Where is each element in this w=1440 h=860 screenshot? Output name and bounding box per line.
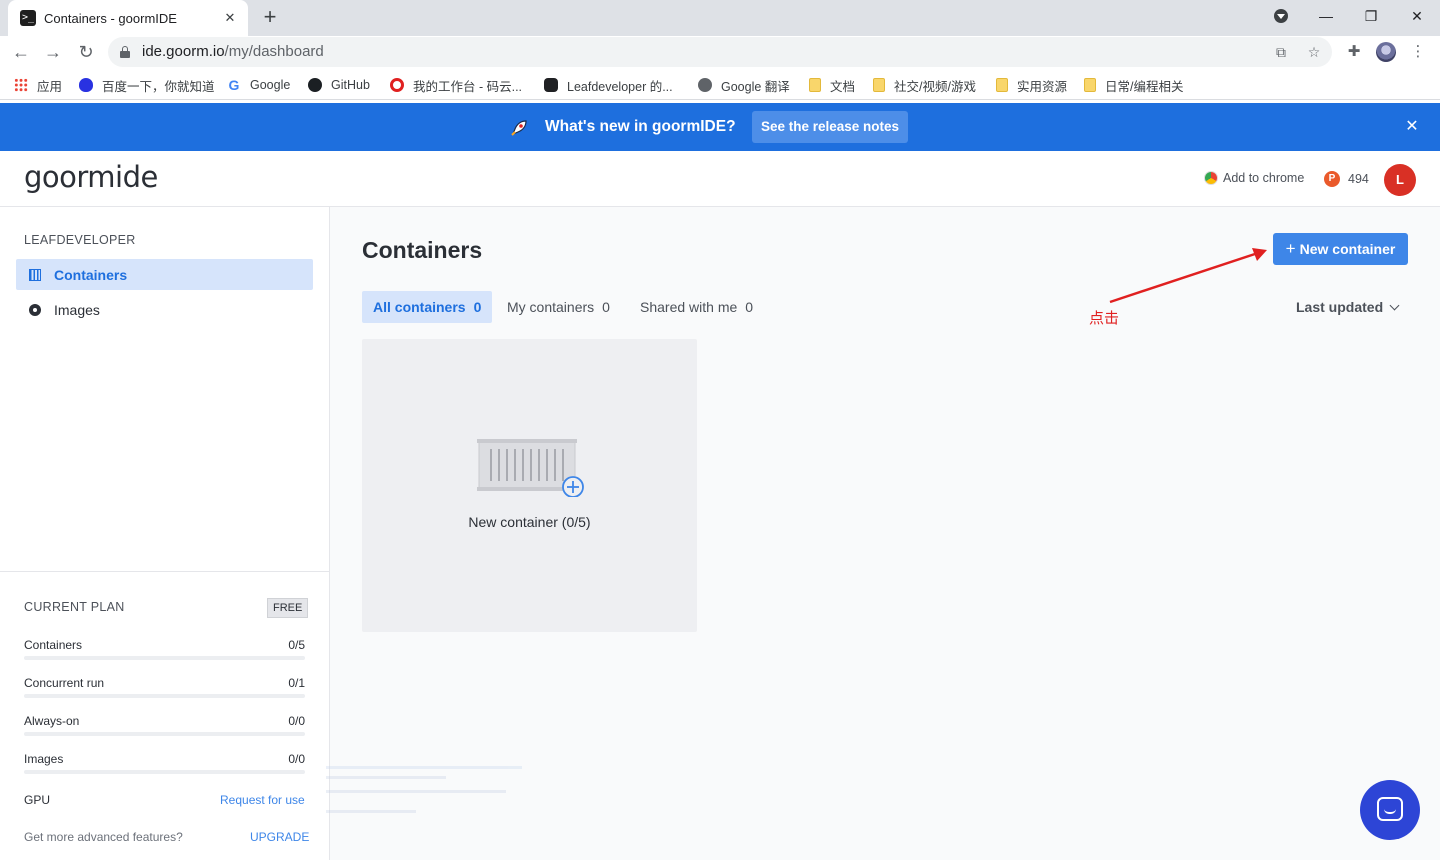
goormide-logo[interactable]: goormide — [24, 160, 158, 194]
images-disc-icon — [29, 303, 41, 316]
usage-bar — [24, 732, 305, 736]
user-avatar[interactable]: L — [1384, 164, 1416, 196]
extensions-puzzle-icon[interactable]: ✚ — [1342, 40, 1366, 64]
leafdeveloper-icon — [544, 78, 558, 92]
terminal-favicon-icon: >_ — [20, 10, 36, 26]
tab-search-icon[interactable] — [1266, 4, 1296, 28]
add-to-chrome-link[interactable]: Add to chrome — [1204, 171, 1304, 185]
usage-bar — [24, 656, 305, 660]
ghost-preview — [326, 750, 526, 860]
sidebar-group-title: LEAFDEVELOPER — [24, 233, 136, 247]
upgrade-prompt: Get more advanced features? — [24, 830, 183, 844]
bookmark-folder-docs[interactable]: 文档 — [809, 76, 855, 94]
banner-text: What's new in goormIDE? — [545, 118, 736, 135]
bookmark-google-translate[interactable]: Google 翻译 — [698, 76, 790, 94]
bookmark-google[interactable]: G Google — [227, 76, 291, 94]
github-icon — [308, 78, 322, 92]
tab-title: Containers - goormIDE — [44, 10, 177, 26]
url-text[interactable]: ide.goorm.io/my/dashboard — [142, 43, 324, 60]
folder-icon — [1084, 78, 1096, 92]
forward-icon[interactable]: → — [40, 39, 66, 65]
points-value: 494 — [1348, 172, 1369, 186]
gpu-request-link[interactable]: Request for use — [220, 793, 305, 807]
address-bar[interactable]: ide.goorm.io/my/dashboard ⧉ ☆ — [108, 37, 1332, 67]
chrome-icon — [1204, 171, 1218, 185]
browser-tab[interactable]: >_ Containers - goormIDE ✕ — [8, 0, 248, 36]
annotation-label: 点击 — [1089, 310, 1120, 327]
new-container-card[interactable]: New container (0/5) — [362, 339, 697, 632]
filter-all-containers[interactable]: All containers 0 — [362, 291, 493, 323]
folder-icon — [873, 78, 885, 92]
bookmark-folder-coding[interactable]: 日常/编程相关 — [1084, 76, 1183, 94]
main-content: Containers + New container All containers… — [326, 207, 1440, 860]
new-tab-button[interactable]: + — [258, 4, 282, 30]
usage-bar — [24, 770, 305, 774]
support-chat-button[interactable] — [1360, 780, 1420, 840]
release-notes-button[interactable]: See the release notes — [752, 111, 908, 143]
points-icon: P — [1324, 171, 1340, 187]
upgrade-link[interactable]: UPGRADE — [250, 830, 309, 844]
filter-my-containers[interactable]: My containers 0 — [496, 291, 621, 323]
bookmark-folder-social[interactable]: 社交/视频/游戏 — [873, 76, 976, 94]
translate-page-icon[interactable]: ⧉ — [1272, 43, 1290, 61]
minimize-icon[interactable]: — — [1311, 4, 1341, 28]
bookmark-baidu[interactable]: 百度一下，你就知道 — [79, 76, 215, 94]
reload-icon[interactable]: ↻ — [73, 39, 99, 65]
google-icon: G — [228, 77, 240, 93]
close-window-icon[interactable]: ✕ — [1402, 4, 1432, 28]
containers-icon — [29, 268, 41, 281]
current-plan-panel: CURRENT PLAN FREE Containers 0/5 Concurr… — [0, 571, 329, 860]
bookmark-leafdeveloper[interactable]: Leafdeveloper 的... — [544, 76, 673, 94]
folder-icon — [996, 78, 1008, 92]
sidebar-item-images[interactable]: Images — [16, 294, 313, 325]
bookmark-apps[interactable]: 应用 — [14, 76, 62, 94]
points-indicator[interactable]: P 494 — [1324, 171, 1369, 187]
sidebar-item-containers[interactable]: Containers — [16, 259, 313, 290]
browser-tab-strip: >_ Containers - goormIDE ✕ + — ❐ ✕ — [0, 0, 1440, 36]
bookmark-github[interactable]: GitHub — [308, 76, 370, 94]
baidu-icon — [79, 78, 93, 92]
sort-dropdown[interactable]: Last updated — [1296, 299, 1400, 315]
plan-row-always-on: Always-on 0/0 — [24, 714, 305, 736]
plus-icon: + — [1285, 239, 1296, 258]
back-icon[interactable]: ← — [8, 39, 34, 65]
new-container-button[interactable]: + New container — [1273, 233, 1408, 265]
translate-icon — [698, 78, 712, 92]
page-title: Containers — [362, 237, 483, 263]
plan-badge: FREE — [267, 598, 309, 618]
gitee-icon — [390, 78, 404, 92]
bookmark-folder-resources[interactable]: 实用资源 — [996, 76, 1067, 94]
bookmarks-bar: 应用 百度一下，你就知道 G Google GitHub 我的工作台 - 码云..… — [0, 69, 1440, 100]
bookmark-star-icon[interactable]: ☆ — [1305, 43, 1323, 61]
bookmark-gitee[interactable]: 我的工作台 - 码云... — [390, 76, 522, 94]
plan-row-concurrent-run: Concurrent run 0/1 — [24, 676, 305, 698]
plan-row-images: Images 0/0 — [24, 752, 305, 774]
browser-toolbar: ← → ↻ ide.goorm.io/my/dashboard ⧉ ☆ ✚ ⋮ — [0, 36, 1440, 69]
announcement-banner: What's new in goormIDE? See the release … — [0, 103, 1440, 151]
usage-bar — [24, 694, 305, 698]
filter-shared-with-me[interactable]: Shared with me 0 — [629, 291, 764, 323]
lock-icon[interactable] — [120, 46, 130, 58]
browser-profile-avatar[interactable] — [1376, 42, 1396, 62]
close-tab-icon[interactable]: ✕ — [222, 10, 238, 26]
apps-icon — [14, 78, 28, 92]
new-container-card-label: New container (0/5) — [468, 514, 591, 530]
plan-title: CURRENT PLAN — [24, 600, 125, 614]
chevron-down-icon — [1389, 300, 1400, 310]
app-header: goormide Add to chrome P 494 L — [0, 151, 1440, 207]
sidebar: LEAFDEVELOPER Containers Images CURRENT … — [0, 207, 330, 860]
browser-menu-icon[interactable]: ⋮ — [1406, 40, 1430, 64]
plan-row-containers: Containers 0/5 — [24, 638, 305, 660]
container-plus-icon — [477, 439, 584, 497]
folder-icon — [809, 78, 821, 92]
restore-icon[interactable]: ❐ — [1356, 4, 1386, 28]
close-banner-icon[interactable]: ✕ — [1403, 118, 1421, 136]
rocket-icon — [511, 120, 527, 136]
